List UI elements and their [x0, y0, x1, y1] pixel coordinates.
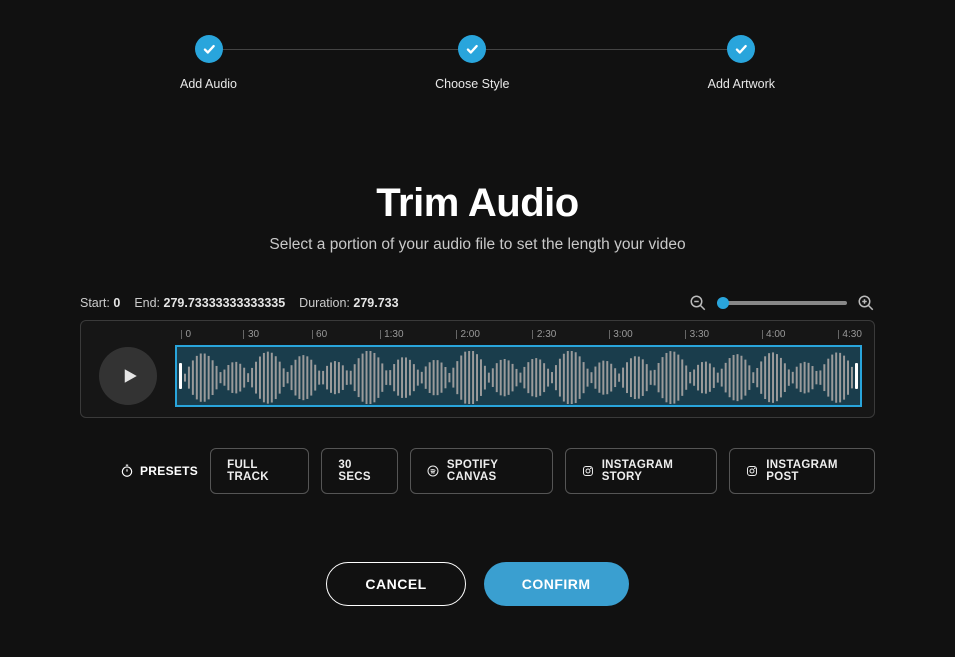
check-icon [195, 35, 223, 63]
ruler-tick: 2:00 [456, 329, 480, 340]
presets-heading: PRESETS [120, 464, 198, 478]
zoom-slider-thumb[interactable] [717, 297, 729, 309]
preset-30-secs[interactable]: 30 SECS [321, 448, 398, 494]
ruler-tick: 3:00 [609, 329, 633, 340]
zoom-in-icon[interactable] [857, 294, 875, 312]
ruler-tick: 3:30 [685, 329, 709, 340]
ruler-tick: 4:00 [762, 329, 786, 340]
ruler-tick: 0 [181, 329, 191, 340]
ruler-tick: 60 [312, 329, 328, 340]
step-label: Add Artwork [708, 77, 775, 91]
trim-handle-left[interactable] [179, 363, 182, 389]
cancel-button[interactable]: CANCEL [326, 562, 465, 606]
page-subtitle: Select a portion of your audio file to s… [80, 236, 875, 254]
instagram-icon [582, 464, 594, 478]
stepper: Add Audio Choose Style Add Artwork [0, 0, 955, 91]
trim-end: End: 279.73333333333335 [134, 296, 285, 310]
trim-duration: Duration: 279.733 [299, 296, 398, 310]
timer-icon [120, 464, 134, 478]
page-title: Trim Audio [80, 181, 875, 226]
preset-instagram-story[interactable]: INSTAGRAM STORY [565, 448, 718, 494]
confirm-button[interactable]: CONFIRM [484, 562, 629, 606]
instagram-icon [746, 464, 758, 478]
ruler-tick: 30 [243, 329, 259, 340]
preset-spotify-canvas[interactable]: SPOTIFY CANVAS [410, 448, 553, 494]
ruler-tick: 1:30 [380, 329, 404, 340]
step-add-artwork[interactable]: Add Artwork [708, 35, 775, 91]
ruler-tick: 2:30 [532, 329, 556, 340]
trim-meta: Start: 0 End: 279.73333333333335 Duratio… [80, 296, 399, 310]
check-icon [727, 35, 755, 63]
trim-handle-right[interactable] [855, 363, 858, 389]
step-label: Add Audio [180, 77, 237, 91]
step-choose-style[interactable]: Choose Style [435, 35, 509, 91]
ruler-tick: 4:30 [838, 329, 862, 340]
zoom-out-icon[interactable] [689, 294, 707, 312]
play-button[interactable] [99, 347, 157, 405]
step-label: Choose Style [435, 77, 509, 91]
preset-instagram-post[interactable]: INSTAGRAM POST [729, 448, 875, 494]
preset-full-track[interactable]: FULL TRACK [210, 448, 309, 494]
time-ruler: 0 30 60 1:30 2:00 2:30 3:00 3:30 4:00 4:… [81, 323, 874, 345]
check-icon [458, 35, 486, 63]
waveform-selection[interactable] [175, 345, 862, 407]
waveform [183, 351, 854, 404]
waveform-panel: 0 30 60 1:30 2:00 2:30 3:00 3:30 4:00 4:… [80, 320, 875, 418]
spotify-icon [427, 464, 439, 478]
step-add-audio[interactable]: Add Audio [180, 35, 237, 91]
zoom-slider[interactable] [717, 301, 847, 305]
trim-start: Start: 0 [80, 296, 120, 310]
